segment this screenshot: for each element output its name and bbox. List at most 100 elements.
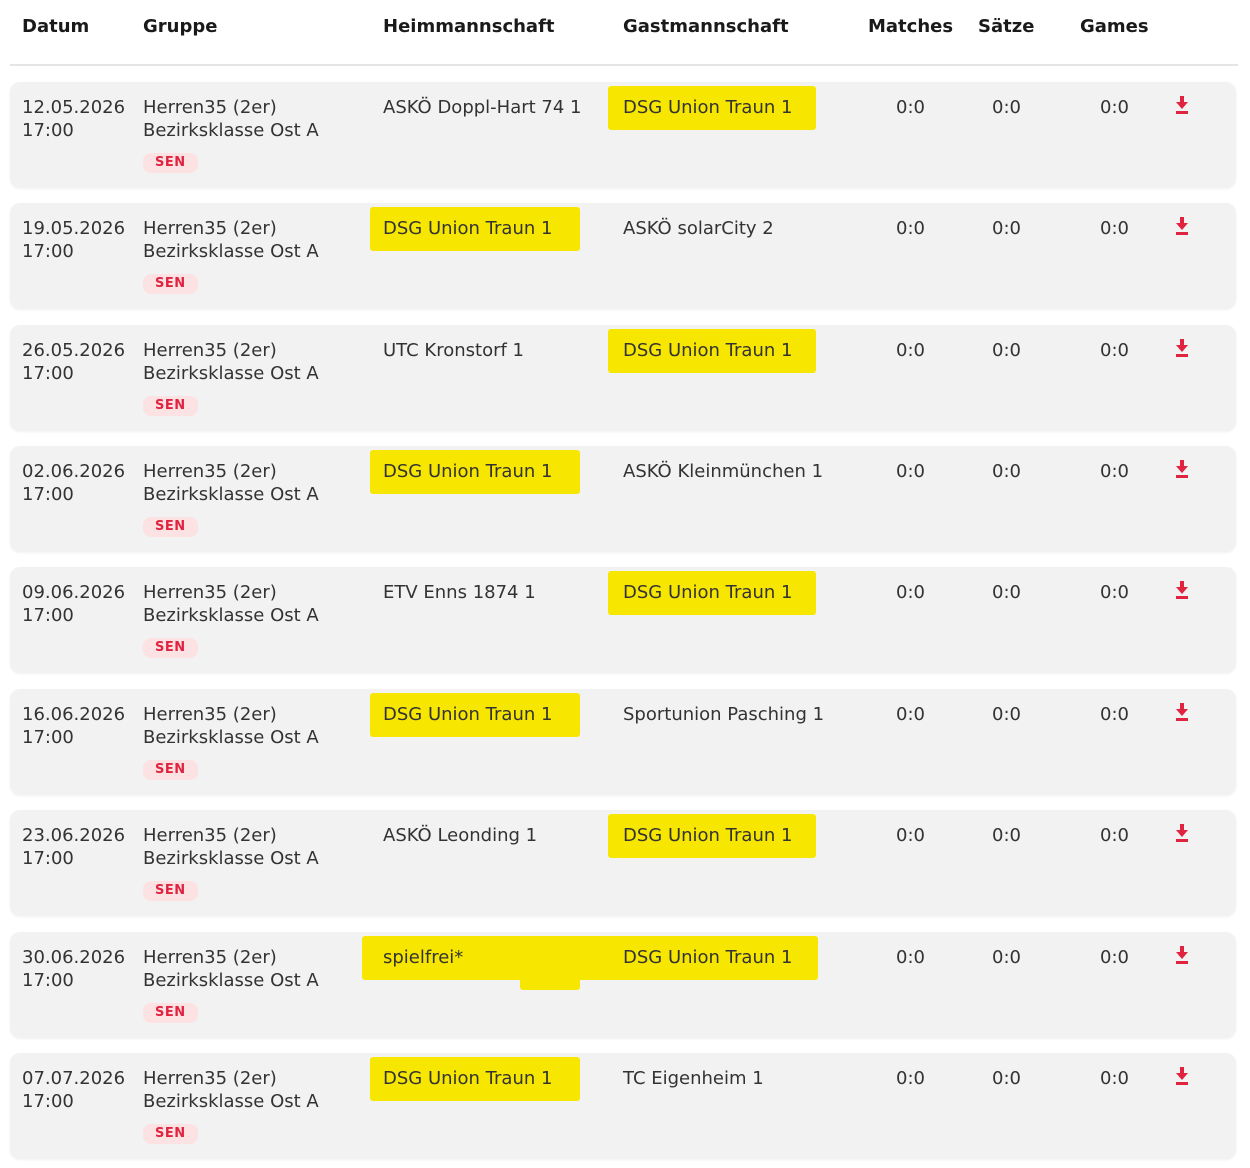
home-team[interactable]: DSG Union Traun 1 bbox=[383, 1067, 552, 1090]
group-league: Bezirksklasse Ost A bbox=[143, 848, 319, 869]
away-team-name: DSG Union Traun 1 bbox=[623, 947, 793, 968]
matches-score: 0:0 bbox=[896, 218, 925, 239]
group-name: Herren35 (2er) bbox=[143, 1068, 277, 1089]
saetze-score: 0:0 bbox=[992, 947, 1021, 968]
group-league: Bezirksklasse Ost A bbox=[143, 605, 319, 626]
match-time: 17:00 bbox=[22, 241, 74, 262]
away-team[interactable]: DSG Union Traun 1 bbox=[623, 824, 792, 847]
match-date: 07.07.2026 bbox=[22, 1068, 126, 1089]
match-row[interactable]: 09.06.2026 17:00 Herren35 (2er) Bezirksk… bbox=[10, 567, 1236, 673]
download-icon[interactable] bbox=[1174, 458, 1190, 480]
group-league: Bezirksklasse Ost A bbox=[143, 241, 319, 262]
away-team-name: Sportunion Pasching 1 bbox=[623, 704, 825, 725]
match-group-cell: Herren35 (2er) Bezirksklasse Ost A bbox=[143, 217, 319, 263]
group-name: Herren35 (2er) bbox=[143, 582, 277, 603]
home-team-name: spielfrei* bbox=[383, 947, 464, 968]
match-time: 17:00 bbox=[22, 605, 74, 626]
match-date: 19.05.2026 bbox=[22, 218, 126, 239]
download-icon[interactable] bbox=[1174, 337, 1190, 359]
match-row[interactable]: 12.05.2026 17:00 Herren35 (2er) Bezirksk… bbox=[10, 82, 1236, 188]
download-icon[interactable] bbox=[1174, 1065, 1190, 1087]
category-badge: SEN bbox=[143, 274, 198, 294]
away-team[interactable]: ASKÖ Kleinmünchen 1 bbox=[623, 460, 823, 483]
category-badge: SEN bbox=[143, 1124, 198, 1144]
group-name: Herren35 (2er) bbox=[143, 704, 277, 725]
match-row[interactable]: 02.06.2026 17:00 Herren35 (2er) Bezirksk… bbox=[10, 446, 1236, 552]
category-badge: SEN bbox=[143, 881, 198, 901]
match-row[interactable]: 19.05.2026 17:00 Herren35 (2er) Bezirksk… bbox=[10, 203, 1236, 309]
match-row[interactable]: 07.07.2026 17:00 Herren35 (2er) Bezirksk… bbox=[10, 1053, 1236, 1159]
column-header-heimmannschaft[interactable]: Heimmannschaft bbox=[383, 16, 555, 37]
match-date-cell: 23.06.2026 17:00 bbox=[22, 824, 125, 870]
match-row[interactable]: 26.05.2026 17:00 Herren35 (2er) Bezirksk… bbox=[10, 325, 1236, 431]
download-icon[interactable] bbox=[1174, 701, 1190, 723]
column-header-games[interactable]: Games bbox=[1080, 16, 1149, 37]
download-icon[interactable] bbox=[1174, 822, 1190, 844]
away-team[interactable]: ASKÖ solarCity 2 bbox=[623, 217, 774, 240]
match-time: 17:00 bbox=[22, 363, 74, 384]
column-header-saetze[interactable]: Sätze bbox=[978, 16, 1034, 37]
download-icon[interactable] bbox=[1174, 215, 1190, 237]
saetze-score: 0:0 bbox=[992, 461, 1021, 482]
group-name: Herren35 (2er) bbox=[143, 461, 277, 482]
home-team-name: DSG Union Traun 1 bbox=[383, 461, 553, 482]
match-row[interactable]: 30.06.2026 17:00 Herren35 (2er) Bezirksk… bbox=[10, 932, 1236, 1038]
match-date: 12.05.2026 bbox=[22, 97, 126, 118]
home-team[interactable]: DSG Union Traun 1 bbox=[383, 703, 552, 726]
matches-score: 0:0 bbox=[896, 340, 925, 361]
games-score: 0:0 bbox=[1100, 947, 1129, 968]
category-badge: SEN bbox=[143, 517, 198, 537]
column-header-matches[interactable]: Matches bbox=[868, 16, 953, 37]
category-badge: SEN bbox=[143, 638, 198, 658]
away-team[interactable]: Sportunion Pasching 1 bbox=[623, 703, 824, 726]
category-badge: SEN bbox=[143, 153, 198, 173]
match-group-cell: Herren35 (2er) Bezirksklasse Ost A bbox=[143, 581, 319, 627]
column-header-gastmannschaft[interactable]: Gastmannschaft bbox=[623, 16, 789, 37]
saetze-score: 0:0 bbox=[992, 1068, 1021, 1089]
away-team[interactable]: DSG Union Traun 1 bbox=[623, 946, 792, 969]
match-date-cell: 26.05.2026 17:00 bbox=[22, 339, 125, 385]
games-score: 0:0 bbox=[1100, 340, 1129, 361]
header-divider bbox=[10, 64, 1238, 66]
away-team-name: DSG Union Traun 1 bbox=[623, 97, 793, 118]
away-team[interactable]: DSG Union Traun 1 bbox=[623, 581, 792, 604]
download-icon[interactable] bbox=[1174, 944, 1190, 966]
home-team[interactable]: ASKÖ Doppl-Hart 74 1 bbox=[383, 96, 582, 119]
matches-score: 0:0 bbox=[896, 947, 925, 968]
match-row[interactable]: 16.06.2026 17:00 Herren35 (2er) Bezirksk… bbox=[10, 689, 1236, 795]
home-team[interactable]: spielfrei* bbox=[383, 946, 463, 969]
match-group-cell: Herren35 (2er) Bezirksklasse Ost A bbox=[143, 339, 319, 385]
saetze-score: 0:0 bbox=[992, 340, 1021, 361]
away-team[interactable]: DSG Union Traun 1 bbox=[623, 339, 792, 362]
home-team-name: ASKÖ Leonding 1 bbox=[383, 825, 538, 846]
column-header-gruppe[interactable]: Gruppe bbox=[143, 16, 217, 37]
home-team[interactable]: DSG Union Traun 1 bbox=[383, 217, 552, 240]
home-team[interactable]: DSG Union Traun 1 bbox=[383, 460, 552, 483]
download-icon[interactable] bbox=[1174, 579, 1190, 601]
match-date-cell: 09.06.2026 17:00 bbox=[22, 581, 125, 627]
column-header-datum[interactable]: Datum bbox=[22, 16, 89, 37]
group-league: Bezirksklasse Ost A bbox=[143, 1091, 319, 1112]
matches-score: 0:0 bbox=[896, 461, 925, 482]
match-time: 17:00 bbox=[22, 848, 74, 869]
away-team[interactable]: DSG Union Traun 1 bbox=[623, 96, 792, 119]
home-team[interactable]: UTC Kronstorf 1 bbox=[383, 339, 524, 362]
group-name: Herren35 (2er) bbox=[143, 947, 277, 968]
home-team-name: DSG Union Traun 1 bbox=[383, 704, 553, 725]
group-league: Bezirksklasse Ost A bbox=[143, 727, 319, 748]
away-team[interactable]: TC Eigenheim 1 bbox=[623, 1067, 764, 1090]
match-time: 17:00 bbox=[22, 1091, 74, 1112]
download-icon[interactable] bbox=[1174, 94, 1190, 116]
saetze-score: 0:0 bbox=[992, 97, 1021, 118]
home-team[interactable]: ASKÖ Leonding 1 bbox=[383, 824, 537, 847]
group-name: Herren35 (2er) bbox=[143, 97, 277, 118]
away-team-highlight bbox=[520, 972, 580, 990]
match-group-cell: Herren35 (2er) Bezirksklasse Ost A bbox=[143, 96, 319, 142]
match-time: 17:00 bbox=[22, 727, 74, 748]
match-group-cell: Herren35 (2er) Bezirksklasse Ost A bbox=[143, 460, 319, 506]
group-name: Herren35 (2er) bbox=[143, 218, 277, 239]
home-team[interactable]: ETV Enns 1874 1 bbox=[383, 581, 536, 604]
games-score: 0:0 bbox=[1100, 582, 1129, 603]
match-row[interactable]: 23.06.2026 17:00 Herren35 (2er) Bezirksk… bbox=[10, 810, 1236, 916]
match-date: 26.05.2026 bbox=[22, 340, 126, 361]
